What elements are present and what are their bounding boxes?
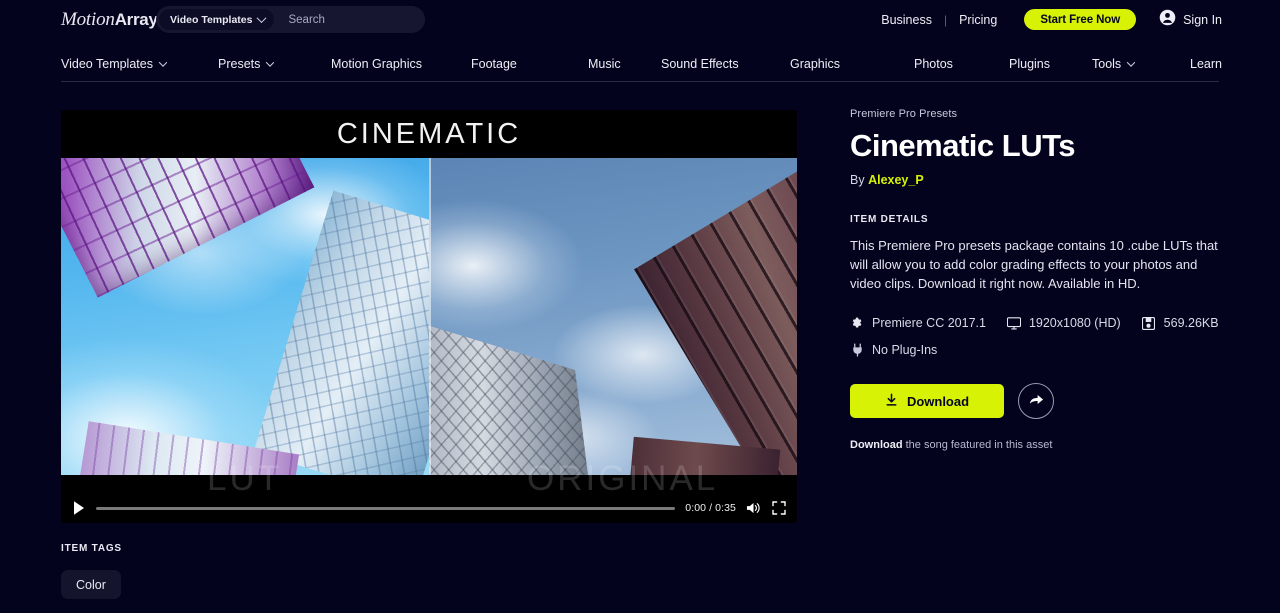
top-bar: MotionArray Video Templates Business | P… [0, 0, 1280, 39]
item-details-heading: ITEM DETAILS [850, 214, 1232, 225]
download-icon [885, 393, 898, 410]
logo[interactable]: MotionArray [61, 9, 158, 30]
meta-label: 1920x1080 (HD) [1029, 316, 1121, 330]
search-category-label: Video Templates [170, 14, 252, 26]
video-controls: 0:00 / 0:35 [61, 493, 797, 523]
timecode: 0:00 / 0:35 [685, 502, 736, 514]
nav-item-label: Presets [218, 57, 260, 71]
item-description: This Premiere Pro presets package contai… [850, 236, 1232, 293]
nav-item-label: Footage [471, 57, 517, 71]
video-half-original [429, 158, 797, 475]
volume-icon[interactable] [746, 501, 761, 516]
share-icon [1028, 392, 1045, 410]
nav-item-video-templates[interactable]: Video Templates [61, 57, 166, 71]
video-player[interactable]: CINEMATIC LUT ORIGINAL [61, 110, 797, 523]
chevron-down-icon [1127, 58, 1135, 66]
start-free-now-button[interactable]: Start Free Now [1024, 9, 1136, 30]
top-bar-right: Business | Pricing Start Free Now Sign I… [881, 0, 1222, 39]
chevron-down-icon [266, 58, 274, 66]
nav-item-graphics[interactable]: Graphics [790, 57, 840, 71]
download-button-label: Download [907, 394, 969, 409]
meta-item: No Plug-Ins [850, 343, 937, 357]
item-tag-label: Color [76, 578, 106, 592]
nav-item-sound-effects[interactable]: Sound Effects [661, 57, 739, 71]
nav-item-plugins[interactable]: Plugins [1009, 57, 1050, 71]
main-nav: Video Templates Presets Motion Graphics Foo… [61, 47, 1219, 81]
nav-item-learn[interactable]: Learn [1190, 57, 1222, 71]
video-half-lut [61, 158, 429, 475]
meta-label: No Plug-Ins [872, 343, 937, 357]
download-button[interactable]: Download [850, 384, 1004, 418]
meta-row-secondary: No Plug-Ins [850, 343, 1232, 357]
byline-prefix: By [850, 173, 865, 187]
nav-item-label: Video Templates [61, 57, 153, 71]
featured-song-line: Download the song featured in this asset [850, 439, 1232, 451]
pricing-link[interactable]: Pricing [959, 13, 997, 27]
video-letterbox-bottom: LUT ORIGINAL 0:00 / 0:35 [61, 475, 797, 523]
fullscreen-icon[interactable] [771, 501, 786, 516]
author-link[interactable]: Alexey_P [868, 173, 924, 187]
share-button[interactable] [1018, 383, 1054, 419]
nav-divider [61, 81, 1219, 82]
page-title: Cinematic LUTs [850, 128, 1232, 164]
nav-item-photos[interactable]: Photos [914, 57, 953, 71]
play-icon[interactable] [72, 500, 86, 516]
video-overlay-title: CINEMATIC [337, 118, 521, 151]
search-category-dropdown[interactable]: Video Templates [159, 9, 274, 30]
plug-icon [850, 343, 864, 357]
item-tags-list: Color [61, 570, 121, 599]
nav-item-label: Sound Effects [661, 57, 739, 71]
nav-item-footage[interactable]: Footage [471, 57, 517, 71]
action-buttons: Download [850, 383, 1232, 419]
account-icon [1159, 9, 1176, 31]
search-bar[interactable]: Video Templates [156, 6, 425, 33]
item-tags-heading: ITEM TAGS [61, 543, 122, 554]
nav-item-tools[interactable]: Tools [1092, 57, 1134, 71]
page-root: MotionArray Video Templates Business | P… [0, 0, 1280, 613]
video-letterbox-top: CINEMATIC [61, 110, 797, 158]
breadcrumb-category[interactable]: Premiere Pro Presets [850, 108, 1232, 120]
meta-item: 569.26KB [1142, 316, 1219, 330]
detail-panel: Premiere Pro Presets Cinematic LUTs By A… [850, 108, 1232, 451]
nav-item-label: Plugins [1009, 57, 1050, 71]
meta-label: Premiere CC 2017.1 [872, 316, 986, 330]
nav-item-motion-graphics[interactable]: Motion Graphics [331, 57, 422, 71]
floppy-disk-icon [1142, 316, 1156, 330]
topbar-separator: | [944, 13, 947, 27]
meta-item: 1920x1080 (HD) [1007, 316, 1121, 330]
meta-label: 569.26KB [1164, 316, 1219, 330]
meta-row-primary: Premiere CC 2017.1 1920x1080 (HD) 569.26KB [850, 316, 1232, 330]
logo-motion: Motion [61, 9, 115, 30]
meta-item: Premiere CC 2017.1 [850, 316, 986, 330]
chevron-down-icon [257, 13, 267, 23]
nav-item-label: Photos [914, 57, 953, 71]
item-tag[interactable]: Color [61, 570, 121, 599]
nav-item-label: Motion Graphics [331, 57, 422, 71]
song-line-text: the song featured in this asset [903, 439, 1053, 451]
business-link[interactable]: Business [881, 13, 932, 27]
sign-in-button[interactable]: Sign In [1159, 9, 1222, 31]
monitor-icon [1007, 316, 1021, 330]
nav-item-label: Learn [1190, 57, 1222, 71]
nav-item-label: Music [588, 57, 621, 71]
logo-array: Array [115, 10, 158, 29]
sign-in-label: Sign In [1183, 13, 1222, 27]
nav-item-label: Graphics [790, 57, 840, 71]
song-download-link[interactable]: Download [850, 439, 903, 451]
search-input[interactable] [274, 13, 444, 27]
nav-item-music[interactable]: Music [588, 57, 621, 71]
progress-bar[interactable] [96, 507, 675, 510]
gear-icon [850, 316, 864, 330]
nav-item-presets[interactable]: Presets [218, 57, 273, 71]
byline: By Alexey_P [850, 173, 1232, 187]
chevron-down-icon [159, 58, 167, 66]
nav-item-label: Tools [1092, 57, 1121, 71]
comparison-split-line [429, 158, 431, 475]
